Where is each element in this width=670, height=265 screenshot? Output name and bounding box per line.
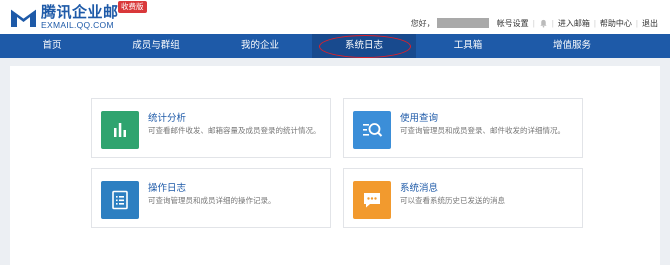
main-nav: 首页 成员与群组 我的企业 系统日志 工具箱 增值服务 xyxy=(0,34,670,58)
notification-bell-icon[interactable] xyxy=(539,19,548,28)
card-title: 统计分析 xyxy=(148,113,187,124)
bar-chart-icon xyxy=(101,111,139,149)
main-content: 统计分析 可查看邮件收发、邮箱容量及成员登录的统计情况。 使用查询 可查询管理员… xyxy=(10,66,660,265)
enter-mailbox-link[interactable]: 进入邮箱 xyxy=(554,18,594,29)
card-statistics[interactable]: 统计分析 可查看邮件收发、邮箱容量及成员登录的统计情况。 xyxy=(91,98,331,158)
nav-system-log[interactable]: 系统日志 xyxy=(312,34,416,58)
help-center-link[interactable]: 帮助中心 xyxy=(596,18,636,29)
top-links: 您好， 帐号设置 | | 进入邮箱 | 帮助中心 | 退出 xyxy=(411,17,662,29)
nav-value-added[interactable]: 增值服务 xyxy=(520,34,624,58)
message-icon xyxy=(353,181,391,219)
logo-mark-icon xyxy=(10,8,37,27)
masked-username xyxy=(436,18,489,28)
top-header: 腾讯企业邮 EXMAIL.QQ.COM 收费版 您好， 帐号设置 | | 进入邮… xyxy=(0,0,670,34)
card-usage-query[interactable]: 使用查询 可查询管理员和成员登录、邮件收发的详细情况。 xyxy=(343,98,583,158)
edition-badge: 收费版 xyxy=(118,1,147,13)
card-operation-log[interactable]: 操作日志 可查询管理员和成员详细的操作记录。 xyxy=(91,168,331,228)
card-system-messages[interactable]: 系统消息 可以查看系统历史已发送的消息 xyxy=(343,168,583,228)
nav-my-company[interactable]: 我的企业 xyxy=(208,34,312,58)
nav-toolbox[interactable]: 工具箱 xyxy=(416,34,520,58)
card-desc: 可查看邮件收发、邮箱容量及成员登录的统计情况。 xyxy=(148,126,321,135)
brand-logo[interactable]: 腾讯企业邮 EXMAIL.QQ.COM xyxy=(10,5,119,30)
search-list-icon xyxy=(353,111,391,149)
logo-subtitle: EXMAIL.QQ.COM xyxy=(41,20,114,30)
account-settings-link[interactable]: 帐号设置 xyxy=(493,18,533,29)
card-title: 使用查询 xyxy=(400,113,439,124)
list-doc-icon xyxy=(101,181,139,219)
card-title: 操作日志 xyxy=(148,183,187,194)
logout-link[interactable]: 退出 xyxy=(638,18,662,29)
card-title: 系统消息 xyxy=(400,183,439,194)
highlight-ring xyxy=(319,35,411,58)
card-desc: 可以查看系统历史已发送的消息 xyxy=(400,196,505,205)
nav-home[interactable]: 首页 xyxy=(0,34,104,58)
nav-members-groups[interactable]: 成员与群组 xyxy=(104,34,208,58)
card-desc: 可查询管理员和成员登录、邮件收发的详细情况。 xyxy=(400,126,565,135)
logo-title: 腾讯企业邮 xyxy=(41,4,119,21)
greeting-text: 您好， xyxy=(410,18,435,28)
card-desc: 可查询管理员和成员详细的操作记录。 xyxy=(148,196,276,205)
